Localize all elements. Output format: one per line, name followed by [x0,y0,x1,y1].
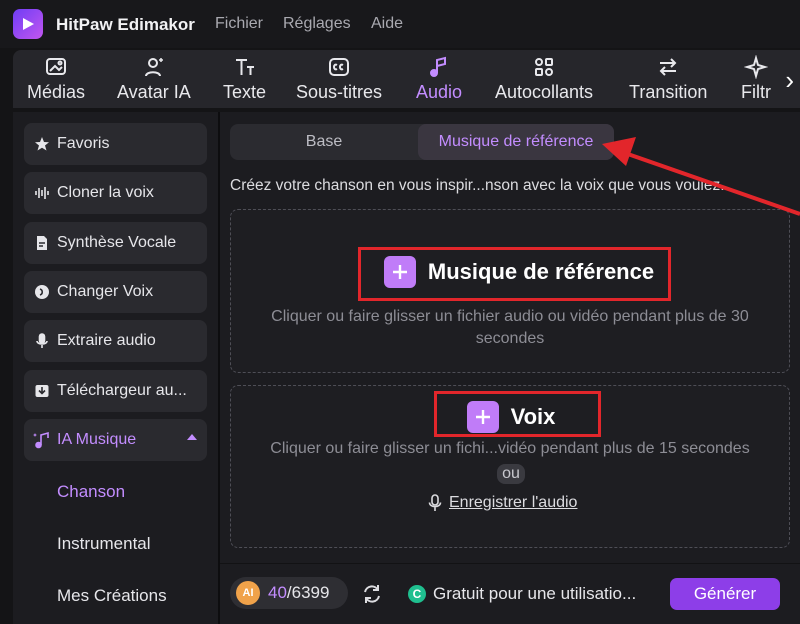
download-icon [32,381,52,401]
free-coupon-icon: C [408,585,426,603]
sidebar-item-changer-voix[interactable]: Changer Voix [24,271,207,313]
tab-musique-reference[interactable]: Musique de référence [418,124,614,160]
tool-label: Sous-titres [296,82,383,102]
generate-button[interactable]: Générer [670,578,780,610]
sidebar: Favoris Cloner la voix Synthèse Vocale C… [13,112,218,624]
credits-counter: AI 40 /6399 [230,577,348,609]
description-text: Créez votre chanson en vous inspir...nso… [230,177,725,194]
tool-avatar-ia[interactable]: Avatar IA [117,54,191,103]
tool-label: Autocollants [495,82,594,102]
record-audio-label: Enregistrer l'audio [449,494,578,511]
feature-toolbar: Médias Avatar IA Texte Sous-titres Audio… [13,50,800,108]
tool-filtres[interactable]: Filtr [741,54,771,103]
main-panel: Base Musique de référence Créez votre ch… [220,112,800,624]
sidebar-item-label: Changer Voix [57,283,154,300]
stickers-icon [531,54,557,80]
tool-texte[interactable]: Texte [223,54,266,103]
transition-icon [655,54,681,80]
waveform-icon [32,183,52,203]
star-icon [32,134,52,154]
menu-aide[interactable]: Aide [371,15,403,33]
or-separator: ou [497,464,525,484]
sidebar-subitem-mes-creations[interactable]: Mes Créations [57,586,167,606]
sidebar-item-telechargeur-audio[interactable]: Téléchargeur au... [24,370,207,412]
microphone-icon [428,494,442,511]
bottom-bar: AI 40 /6399 C Gratuit pour une utilisati… [220,563,800,624]
sidebar-item-label: Extraire audio [57,332,156,349]
tool-label: Médias [27,82,86,102]
tool-audio[interactable]: Audio [416,54,462,103]
reference-music-help: Cliquer ou faire glisser un fichier audi… [271,308,749,347]
sidebar-item-label: Téléchargeur au... [57,382,187,399]
music-note-icon [426,54,452,80]
tool-autocollants[interactable]: Autocollants [495,54,593,103]
sidebar-item-ia-musique[interactable]: IA Musique [24,419,207,461]
voice-dropzone[interactable]: Voix Cliquer ou faire glisser un fichi..… [230,385,790,548]
menu-fichier[interactable]: Fichier [215,15,263,33]
ai-music-icon [32,430,52,450]
tool-label: Filtr [741,82,771,102]
text-icon [232,54,258,80]
sidebar-subitem-instrumental[interactable]: Instrumental [57,534,151,554]
voice-changer-icon [32,282,52,302]
app-logo-icon [13,9,43,39]
subtitles-icon [326,54,352,80]
annotation-highlight-box [434,391,601,437]
microphone-icon [32,331,52,351]
credits-used: 40 [268,583,287,602]
tool-label: Transition [629,82,708,102]
sidebar-item-cloner-voix[interactable]: Cloner la voix [24,172,207,214]
sidebar-item-label: Synthèse Vocale [57,234,177,251]
sidebar-item-label: Favoris [57,135,110,152]
annotation-highlight-box [358,247,671,301]
tool-label: Avatar IA [117,82,191,102]
credits-total: /6399 [286,583,330,602]
sidebar-item-label: IA Musique [57,431,137,448]
tool-sous-titres[interactable]: Sous-titres [296,54,382,103]
chevron-right-icon[interactable]: › [785,65,794,96]
tool-label: Texte [223,82,267,102]
voice-help: Cliquer ou faire glisser un fichi...vidé… [270,440,750,457]
menu-reglages[interactable]: Réglages [283,15,351,33]
tool-medias[interactable]: Médias [27,54,85,103]
sidebar-subitem-chanson[interactable]: Chanson [57,482,125,502]
sidebar-item-extraire-audio[interactable]: Extraire audio [24,320,207,362]
tab-base[interactable]: Base [230,124,418,160]
filter-icon [743,54,769,80]
free-usage-text: Gratuit pour une utilisatio... [433,584,637,603]
sidebar-item-favoris[interactable]: Favoris [24,123,207,165]
app-title: HitPaw Edimakor [56,15,195,34]
caret-up-icon[interactable] [187,434,197,440]
tool-label: Audio [416,82,463,102]
sidebar-item-synthese-vocale[interactable]: Synthèse Vocale [24,222,207,264]
tool-transition[interactable]: Transition [629,54,707,103]
title-bar: HitPaw Edimakor Fichier Réglages Aide [0,0,800,48]
avatar-icon [141,54,167,80]
sidebar-item-label: Cloner la voix [57,184,154,201]
document-voice-icon [32,233,52,253]
reference-music-dropzone[interactable]: Musique de référence Cliquer ou faire gl… [230,209,790,373]
refresh-icon[interactable] [360,582,384,611]
ai-credits-icon: AI [236,581,260,605]
mode-tabs: Base Musique de référence [230,124,614,160]
record-audio-link[interactable]: Enregistrer l'audio [427,494,577,512]
media-icon [43,54,69,80]
